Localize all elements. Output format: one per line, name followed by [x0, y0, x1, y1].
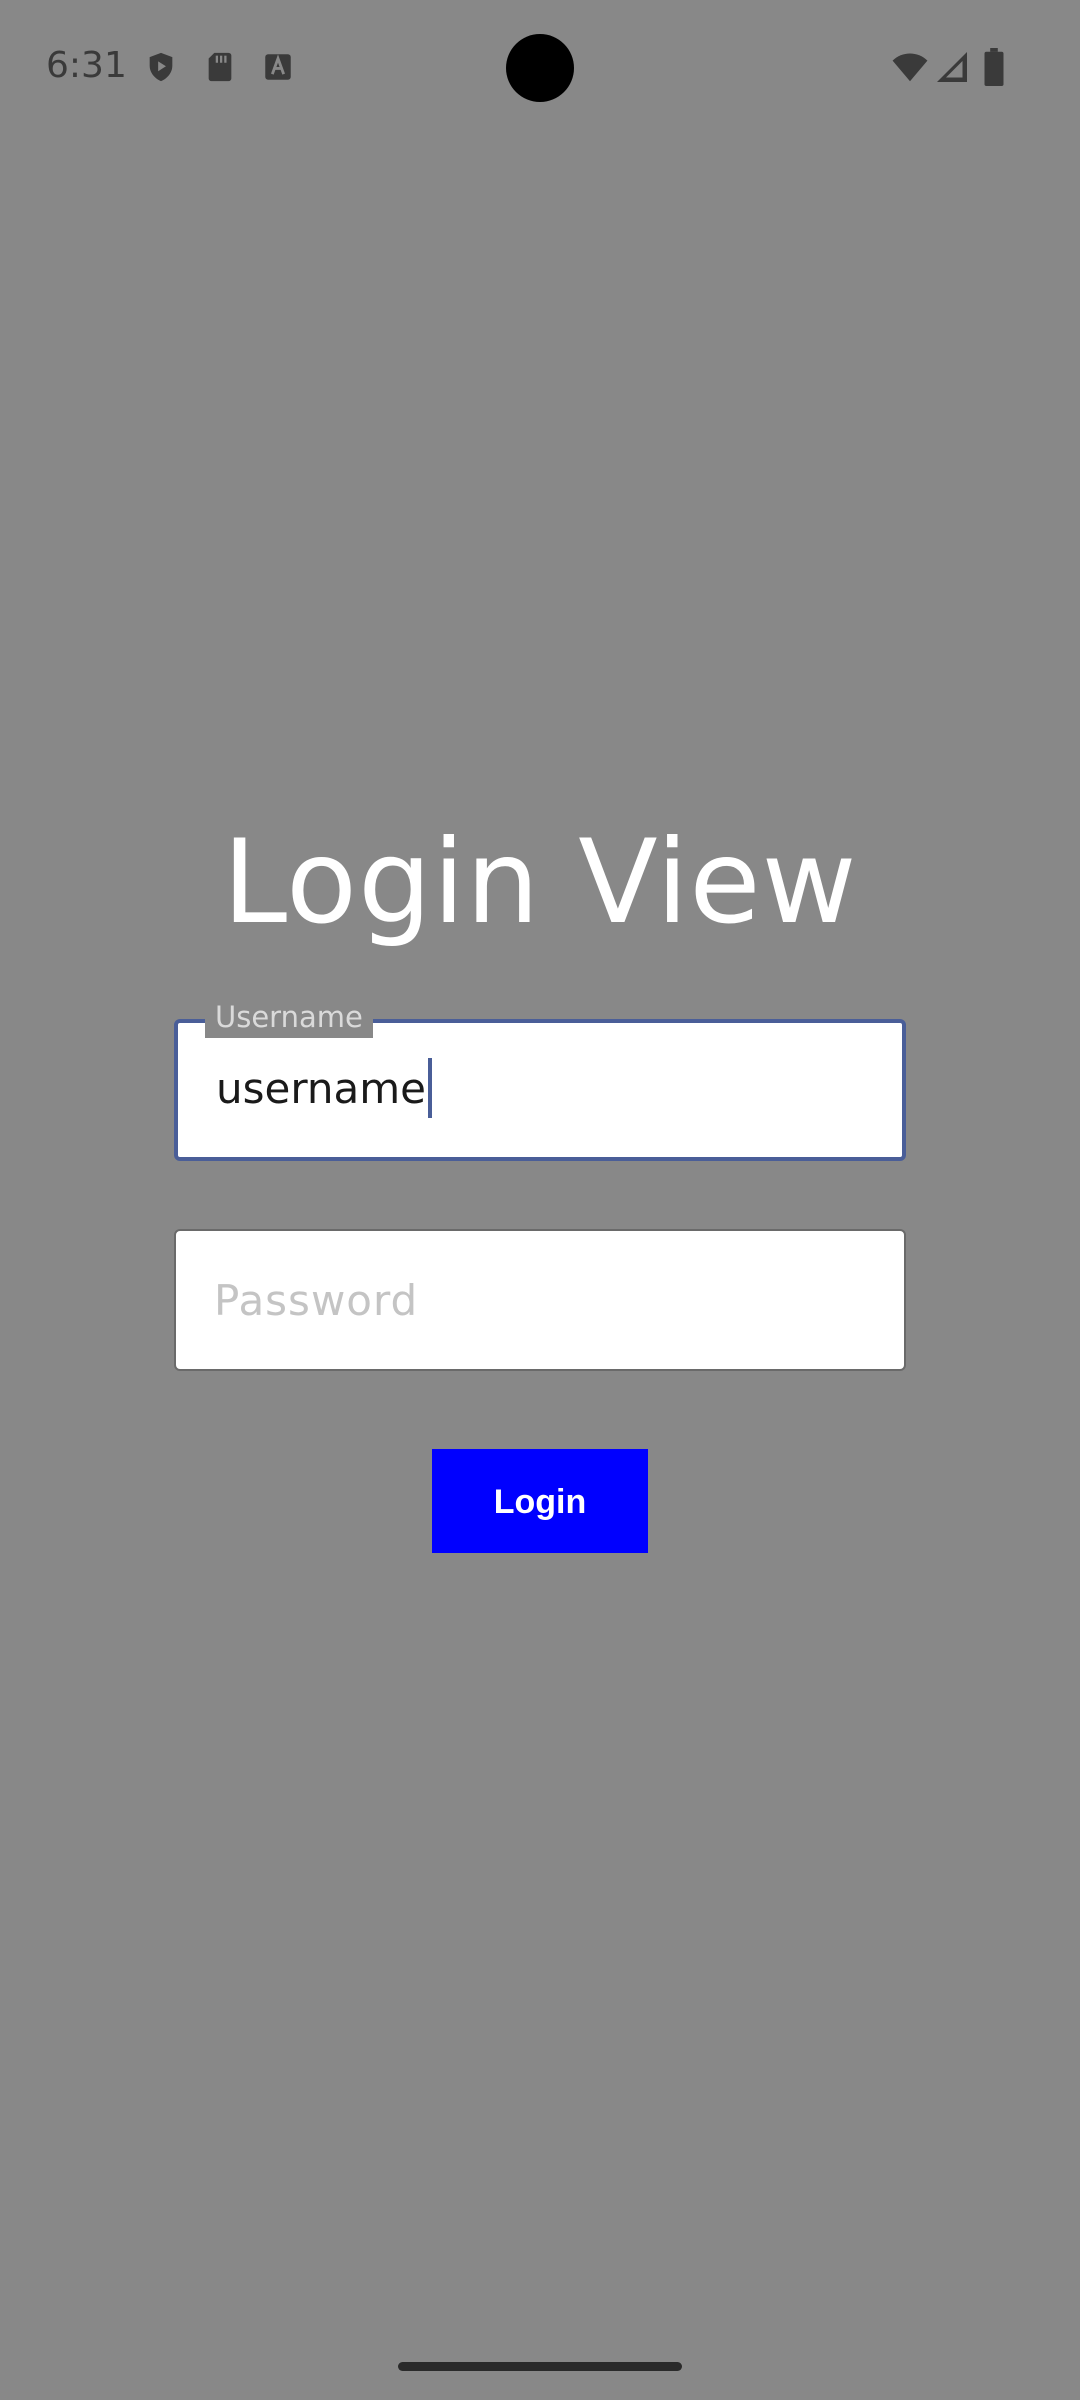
wifi-icon — [890, 48, 930, 86]
cell-signal-icon — [934, 48, 970, 86]
keyboard-a-icon — [261, 50, 295, 84]
sd-card-icon — [203, 50, 237, 84]
status-bar: 6:31 — [0, 0, 1080, 140]
page-title: Login View — [222, 815, 858, 950]
username-label: Username — [205, 996, 373, 1038]
username-input[interactable]: username — [216, 1057, 432, 1122]
home-indicator[interactable] — [398, 2362, 682, 2371]
text-cursor — [427, 1057, 432, 1118]
password-field[interactable]: Password — [174, 1229, 906, 1371]
login-button[interactable]: Login — [432, 1449, 648, 1553]
battery-icon — [982, 48, 1006, 86]
status-time: 6:31 — [46, 45, 127, 86]
shield-play-icon — [144, 50, 178, 84]
username-value: username — [216, 1064, 426, 1113]
password-placeholder: Password — [214, 1276, 419, 1325]
camera-cutout — [506, 34, 574, 102]
username-field[interactable]: username — [174, 1019, 906, 1161]
